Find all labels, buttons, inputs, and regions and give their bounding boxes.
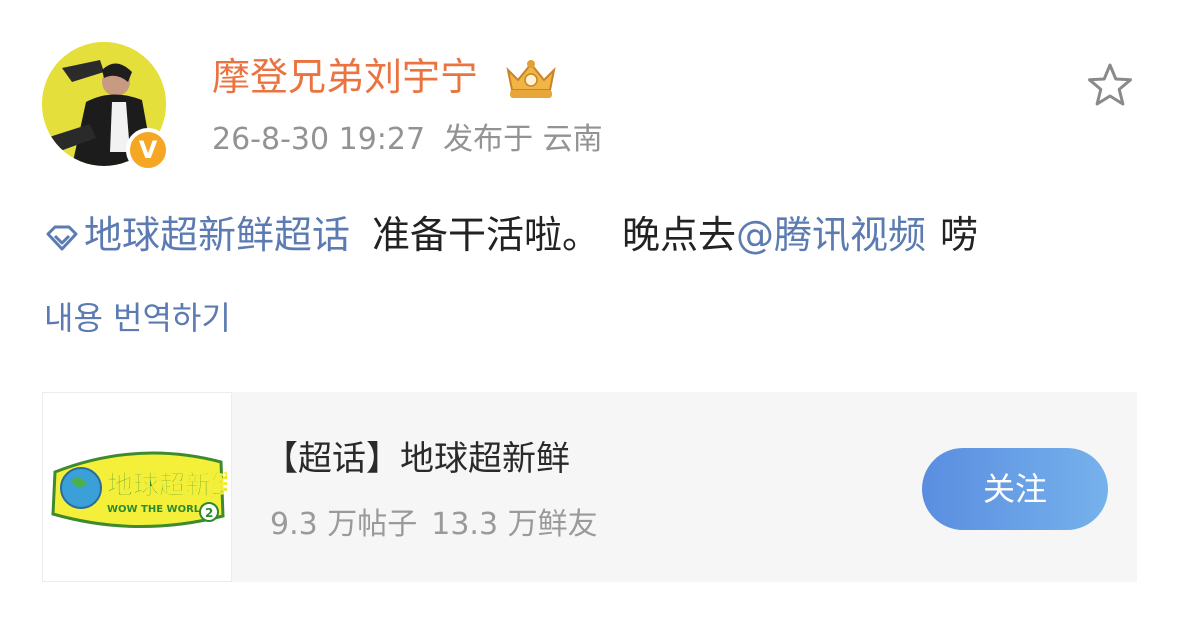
logo-subtitle: WOW THE WORLD: [107, 504, 208, 515]
card-title: 【超话】地球超新鲜: [264, 439, 570, 479]
logo-number: 2: [205, 506, 213, 520]
username[interactable]: 摩登兄弟刘宇宁: [212, 52, 478, 102]
logo-title: 地球超新鲜: [107, 470, 227, 501]
topic-label: 地球超新鲜超话: [84, 213, 351, 257]
topic-logo: 地球超新鲜 WOW THE WORLD 2: [42, 392, 232, 582]
post-text-2: 晚点去: [622, 213, 737, 257]
super-topic-card[interactable]: 地球超新鲜 WOW THE WORLD 2 【超话】地球超新鲜 9.3 万帖子 1…: [42, 392, 1137, 582]
topic-link[interactable]: 地球超新鲜超话: [44, 213, 350, 257]
post-meta: 26-8-30 19:27 发布于 云南: [212, 120, 603, 160]
post-time: 26-8-30 19:27: [212, 122, 426, 157]
translate-link[interactable]: 내용 번역하기: [44, 296, 231, 340]
mention-link[interactable]: @腾讯视频: [736, 213, 926, 257]
weibo-post: V 摩登兄弟刘宇宁 26-8-30 19:27 发布于 云南 地球超新鲜超话 准备干…: [0, 0, 1179, 620]
verified-badge-icon: V: [126, 128, 170, 172]
post-count: 9.3 万帖子: [270, 507, 418, 542]
fan-count: 13.3 万鲜友: [431, 507, 598, 542]
star-outline-icon[interactable]: [1084, 60, 1136, 112]
follow-button[interactable]: 关注: [922, 448, 1108, 530]
post-content: 地球超新鲜超话 准备干活啦。 晚点去@腾讯视频唠: [44, 208, 1154, 262]
topic-logo-image: 地球超新鲜 WOW THE WORLD 2: [51, 451, 227, 528]
crown-badge-icon: [506, 60, 556, 98]
post-text-3: 唠: [940, 213, 979, 257]
diamond-topic-icon: [46, 225, 78, 250]
post-location: 发布于 云南: [443, 122, 603, 157]
post-text-1: 准备干活啦。: [372, 213, 601, 257]
card-stats: 9.3 万帖子 13.3 万鲜友: [270, 504, 598, 546]
